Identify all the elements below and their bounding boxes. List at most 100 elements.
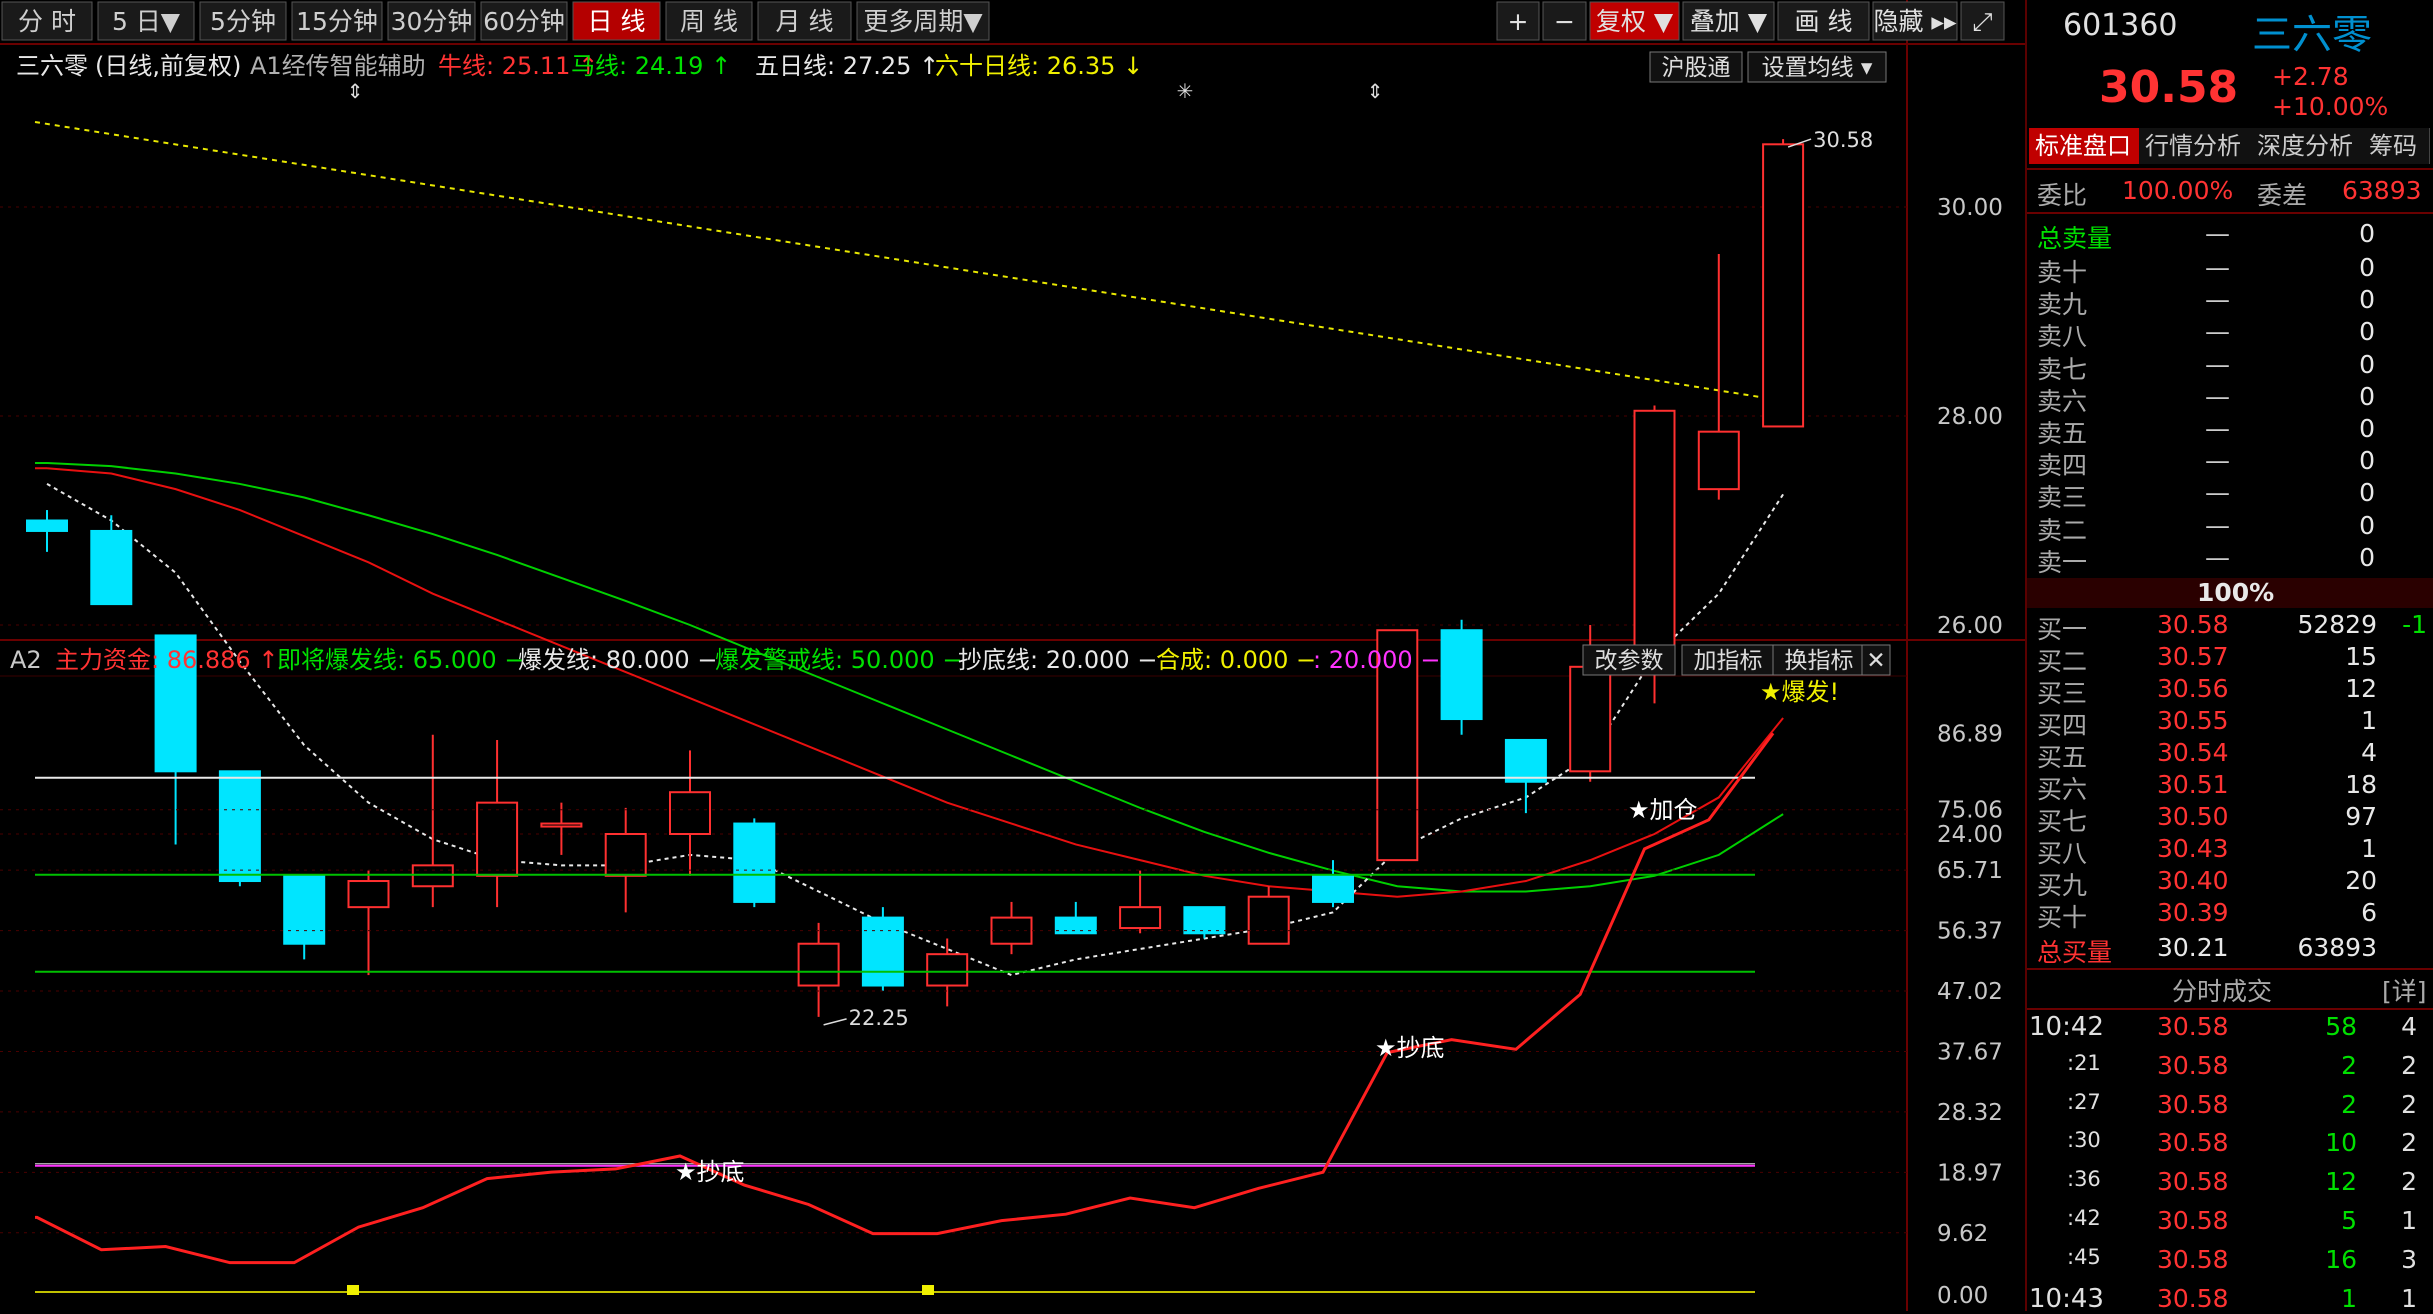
weicha-value: 63893 (2342, 176, 2422, 205)
event-marker-icon[interactable]: ⇕ (347, 79, 364, 103)
price-tick-label: 28.00 (1937, 404, 2003, 430)
candle-body[interactable] (218, 770, 261, 883)
toolbar-right-button-0[interactable]: + (1508, 7, 1529, 36)
indicator-axis-label: 56.37 (1937, 919, 2003, 945)
trade-volume: 1 (2341, 1283, 2357, 1313)
indicator-axis-label: 18.97 (1937, 1160, 2003, 1186)
trade-price: 30.58 (2157, 1089, 2229, 1119)
trade-time: :42 (2067, 1206, 2101, 1230)
candle-body[interactable] (1183, 906, 1226, 935)
period-button-1[interactable]: 5 日▼ (112, 7, 181, 36)
divider (2027, 968, 2433, 970)
sell-level-volume: 0 (2359, 510, 2375, 540)
total-sell-label: 总卖量 (2037, 224, 2113, 253)
period-button-2[interactable]: 5分钟 (210, 7, 276, 36)
candle-body[interactable] (476, 801, 519, 877)
sell-level-price: — (2205, 349, 2230, 379)
signal-annotation-0: ★爆发! (1760, 678, 1839, 706)
sell-level-price: — (2205, 510, 2230, 540)
buy-level-label: 买一 (2037, 615, 2088, 644)
candle-body[interactable] (1504, 738, 1547, 783)
indicator-label-0: 主力资金: 86.886 ↑ (55, 646, 278, 674)
candle-body[interactable] (411, 864, 454, 888)
candle-body[interactable] (797, 942, 840, 987)
period-button-8[interactable]: 月 线 (776, 7, 834, 36)
buy-level-price: 30.58 (2157, 610, 2229, 639)
period-button-4[interactable]: 30分钟 (391, 7, 473, 36)
trade-count: 3 (2401, 1244, 2417, 1274)
period-button-7[interactable]: 周 线 (680, 7, 738, 36)
candle-body[interactable] (1247, 895, 1290, 945)
candle-body[interactable] (283, 874, 326, 945)
sell-level-label: 卖五 (2037, 419, 2088, 448)
indicator-label-1: 即将爆发线: 65.000 − (277, 646, 524, 674)
toolbar-right-button-1[interactable]: − (1554, 7, 1575, 36)
tab-0[interactable]: 标准盘口 (2029, 128, 2142, 164)
trade-count: 2 (2401, 1128, 2417, 1158)
candle-body[interactable] (1440, 629, 1483, 721)
candle-body[interactable] (1119, 906, 1162, 930)
price-change: +2.78 (2272, 62, 2349, 91)
trade-time: :27 (2067, 1089, 2101, 1114)
divider (2027, 1008, 2433, 1010)
trade-time: :36 (2067, 1167, 2101, 1192)
divider (2027, 168, 2433, 170)
sell-level-volume: 0 (2359, 414, 2375, 443)
total-sell-value: 0 (2359, 219, 2375, 248)
indicator-button-1[interactable]: 加指标 (1694, 648, 1763, 674)
period-button-6[interactable]: 日 线 (588, 7, 646, 36)
candle-body[interactable] (1762, 143, 1805, 428)
toolbar-right-button-2[interactable]: 复权 ▼ (1596, 7, 1674, 36)
period-button-5[interactable]: 60分钟 (483, 7, 565, 36)
period-button-3[interactable]: 15分钟 (296, 7, 378, 36)
candle-body[interactable] (1312, 874, 1354, 903)
candle-body[interactable] (540, 822, 583, 828)
tab-2[interactable]: 深度分析 (2251, 128, 2364, 164)
tab-1[interactable]: 行情分析 (2139, 128, 2252, 164)
buy-level-volume: 1 (2361, 706, 2377, 735)
candle-body[interactable] (1697, 430, 1740, 491)
sell-level-volume: 0 (2359, 542, 2375, 572)
trades-title: 分时成交 (2172, 977, 2273, 1006)
buy-level-label: 买七 (2037, 807, 2088, 836)
low-price-label: 22.25 (849, 1006, 909, 1030)
sell-level-label: 卖十 (2037, 258, 2088, 287)
indicator-button-0[interactable]: 改参数 (1595, 648, 1664, 674)
candle-body[interactable] (1569, 665, 1612, 773)
indicator-button-3[interactable]: ✕ (1866, 648, 1885, 674)
trades-detail-link[interactable]: [详] (2382, 972, 2427, 1008)
signal-annotation-3: ★抄底 (675, 1158, 745, 1186)
toolbar-right-button-3[interactable]: 叠加 ▼ (1690, 7, 1768, 36)
tab-3[interactable]: 筹码 (2363, 128, 2430, 164)
buy-level-price: 30.43 (2157, 834, 2229, 863)
ma-label-1: 马线: 24.19 ↑ (571, 52, 731, 80)
toolbar-right-button-6[interactable]: ⤢ (1972, 7, 1992, 36)
candle-body[interactable] (1633, 409, 1676, 674)
ma-label-3: 六十日线: 26.35 ↓ (935, 52, 1143, 80)
indicator-label-2: 爆发线: 80.000 − (518, 646, 717, 674)
buy-level-price: 30.57 (2157, 642, 2229, 671)
buy-level-change: -1 (2402, 610, 2427, 639)
buy-level-volume: 15 (2345, 642, 2377, 671)
candle-body[interactable] (90, 529, 133, 606)
candle-body[interactable] (347, 880, 390, 909)
candle-body[interactable] (861, 916, 904, 987)
event-marker-icon[interactable]: ⇕ (1367, 79, 1384, 103)
period-button-9[interactable]: 更多周期▼ (863, 7, 983, 36)
indicator-label-4: 抄底线: 20.000 − (958, 646, 1157, 674)
buy-level-volume: 4 (2361, 738, 2377, 767)
buy-level-label: 买十 (2037, 903, 2088, 932)
event-marker-icon[interactable]: ✳ (1177, 79, 1194, 103)
hgt-button[interactable]: 沪股通 (1662, 55, 1731, 81)
candle-body[interactable] (733, 822, 776, 903)
set-ma-button[interactable]: 设置均线 ▾ (1762, 55, 1873, 81)
candle-body[interactable] (926, 953, 969, 987)
toolbar-right-button-4[interactable]: 画 线 (1795, 7, 1853, 36)
candle-body[interactable] (604, 833, 647, 877)
candle-body[interactable] (26, 519, 68, 532)
toolbar-right-button-5[interactable]: 隐藏 ▸▸ (1873, 7, 1956, 36)
candle-body[interactable] (669, 791, 711, 836)
sell-level-volume: 0 (2359, 381, 2375, 411)
period-button-0[interactable]: 分 时 (18, 7, 76, 36)
indicator-button-2[interactable]: 换指标 (1785, 648, 1854, 674)
